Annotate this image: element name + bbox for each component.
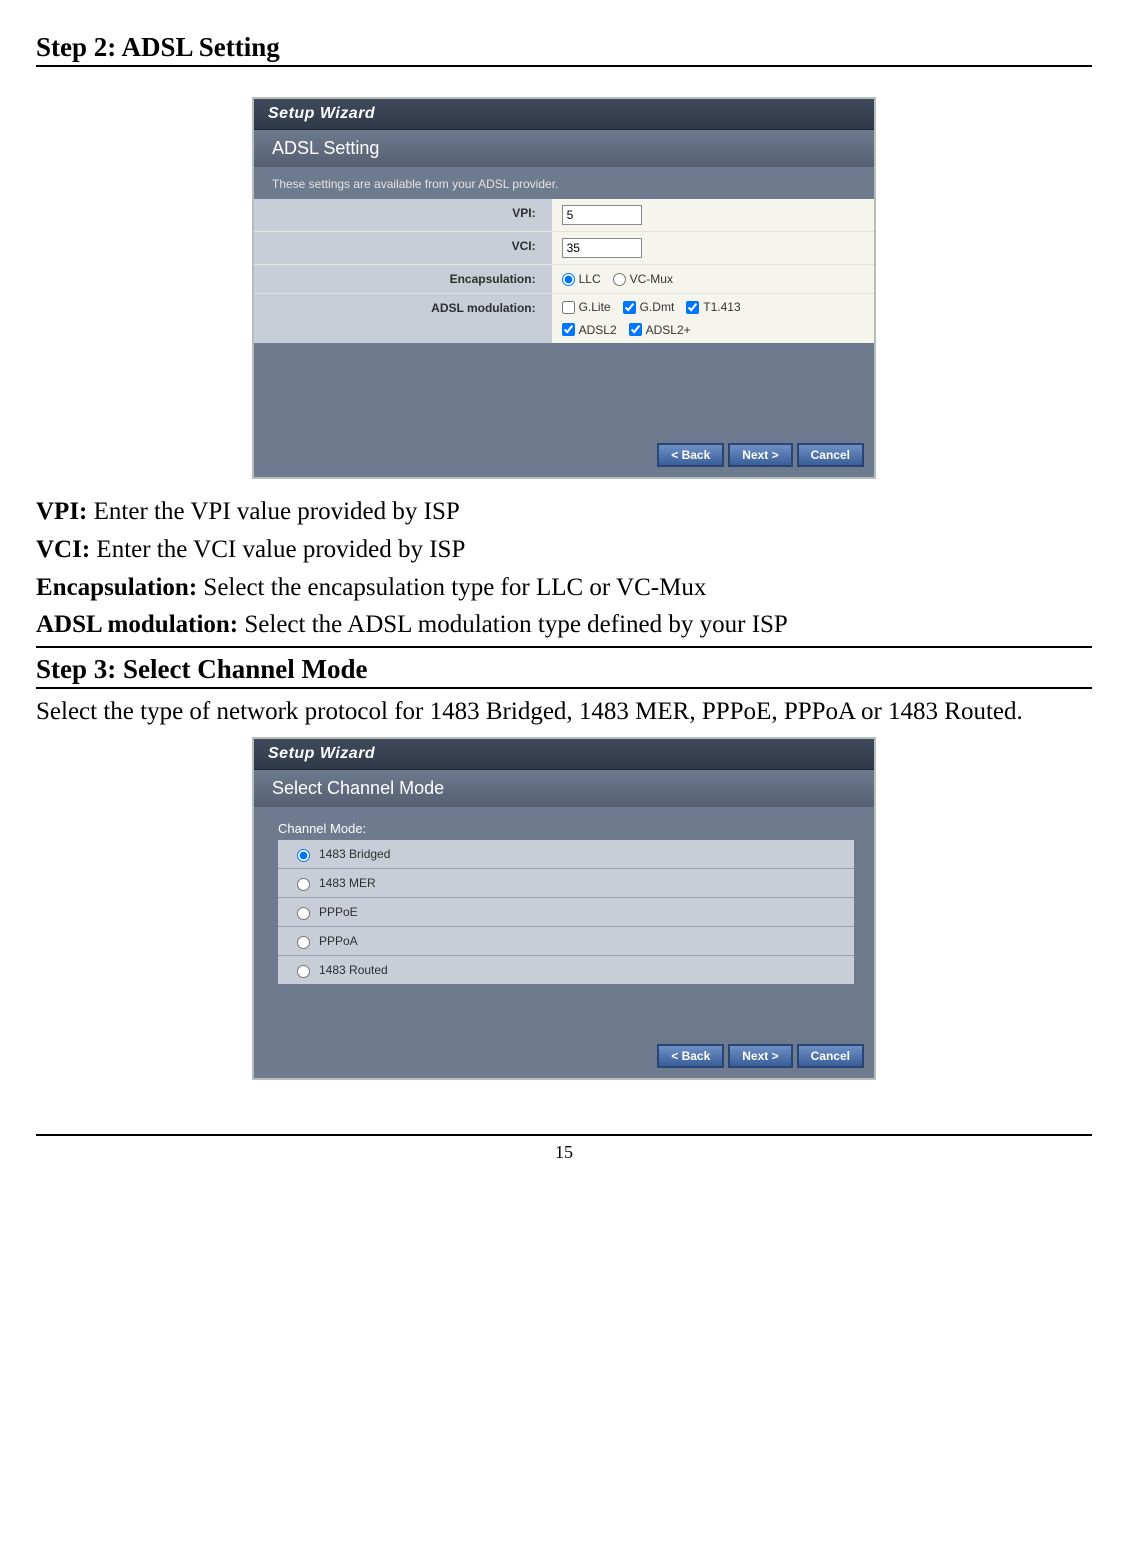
encapsulation-llc-radio[interactable]: [562, 273, 575, 286]
setup-wizard-adsl: Setup Wizard ADSL Setting These settings…: [252, 97, 876, 479]
mod-adsl2p-label: ADSL2+: [646, 323, 691, 337]
mod-adsl2-label: ADSL2: [579, 323, 617, 337]
mod-gdmt-option[interactable]: G.Dmt: [623, 300, 675, 314]
wizard-titlebar: Setup Wizard: [254, 99, 874, 130]
enc-desc-t: Select the encapsulation type for LLC or…: [197, 574, 706, 601]
enc-desc-b: Encapsulation:: [36, 574, 197, 601]
channel-mer-label: 1483 MER: [319, 876, 376, 890]
channel-pppoa-label: PPPoA: [319, 934, 358, 948]
encapsulation-vcmux-label: VC-Mux: [630, 272, 673, 286]
channel-bridged-radio[interactable]: [297, 849, 310, 862]
cancel-button-2[interactable]: Cancel: [797, 1044, 864, 1068]
row-vpi: VPI:: [254, 199, 874, 231]
encapsulation-llc-label: LLC: [579, 272, 601, 286]
modulation-description: ADSL modulation: Select the ADSL modulat…: [36, 608, 1092, 642]
vpi-desc-b: VPI:: [36, 498, 87, 525]
channel-mode-routed[interactable]: 1483 Routed: [278, 956, 854, 984]
vpi-label: VPI:: [254, 199, 552, 231]
back-button[interactable]: < Back: [657, 443, 724, 467]
mod-desc-b: ADSL modulation:: [36, 611, 238, 638]
encapsulation-description: Encapsulation: Select the encapsulation …: [36, 571, 1092, 605]
wizard1-container: Setup Wizard ADSL Setting These settings…: [36, 73, 1092, 491]
mod-gdmt-label: G.Dmt: [640, 300, 675, 314]
page-footer: 15: [36, 1092, 1092, 1163]
mod-gdmt-checkbox[interactable]: [623, 301, 636, 314]
channel-mode-pppoe[interactable]: PPPoE: [278, 898, 854, 927]
wizard-footer-2: < Back Next > Cancel: [254, 984, 874, 1078]
section-rule-3: [36, 687, 1092, 689]
vci-input[interactable]: [562, 238, 642, 258]
mod-desc-t: Select the ADSL modulation type defined …: [238, 611, 788, 638]
row-vci: VCI:: [254, 231, 874, 264]
row-encapsulation: Encapsulation: LLC VC-Mux: [254, 264, 874, 293]
vci-desc-t: Enter the VCI value provided by ISP: [90, 536, 465, 563]
channel-mer-radio[interactable]: [297, 878, 310, 891]
wizard2-container: Setup Wizard Select Channel Mode Channel…: [36, 733, 1092, 1092]
wizard-footer: < Back Next > Cancel: [254, 343, 874, 477]
encapsulation-label: Encapsulation:: [254, 265, 552, 293]
vci-label: VCI:: [254, 232, 552, 264]
next-button-2[interactable]: Next >: [728, 1044, 792, 1068]
step2-heading: Step 2: ADSL Setting: [36, 32, 1092, 63]
vci-description: VCI: Enter the VCI value provided by ISP: [36, 533, 1092, 567]
section-rule: [36, 65, 1092, 67]
panel-title: ADSL Setting: [254, 130, 874, 167]
mod-adsl2-option[interactable]: ADSL2: [562, 323, 617, 337]
channel-pppoe-label: PPPoE: [319, 905, 358, 919]
vpi-description: VPI: Enter the VPI value provided by ISP: [36, 495, 1092, 529]
mod-glite-option[interactable]: G.Lite: [562, 300, 611, 314]
back-button-2[interactable]: < Back: [657, 1044, 724, 1068]
encapsulation-vcmux-option[interactable]: VC-Mux: [613, 272, 673, 286]
row-modulation: ADSL modulation: G.Lite G.Dmt T1.413: [254, 293, 874, 343]
channel-routed-label: 1483 Routed: [319, 963, 388, 977]
mod-adsl2-checkbox[interactable]: [562, 323, 575, 336]
mod-adsl2p-option[interactable]: ADSL2+: [629, 323, 691, 337]
channel-mode-pppoa[interactable]: PPPoA: [278, 927, 854, 956]
mod-glite-label: G.Lite: [579, 300, 611, 314]
encapsulation-vcmux-radio[interactable]: [613, 273, 626, 286]
vpi-desc-t: Enter the VPI value provided by ISP: [87, 498, 459, 525]
vci-desc-b: VCI:: [36, 536, 90, 563]
channel-pppoe-radio[interactable]: [297, 907, 310, 920]
channel-mode-panel: Channel Mode: 1483 Bridged 1483 MER PPPo…: [254, 807, 874, 984]
footer-rule: [36, 1134, 1092, 1136]
wizard-titlebar-2: Setup Wizard: [254, 739, 874, 770]
step3-heading: Step 3: Select Channel Mode: [36, 654, 1092, 685]
panel-title-2: Select Channel Mode: [254, 770, 874, 807]
channel-mode-label: Channel Mode:: [278, 821, 854, 840]
channel-pppoa-radio[interactable]: [297, 936, 310, 949]
channel-bridged-label: 1483 Bridged: [319, 847, 390, 861]
step3-intro: Select the type of network protocol for …: [36, 695, 1092, 729]
mod-adsl2p-checkbox[interactable]: [629, 323, 642, 336]
section-rule-2: [36, 646, 1092, 648]
setup-wizard-channel: Setup Wizard Select Channel Mode Channel…: [252, 737, 876, 1080]
next-button[interactable]: Next >: [728, 443, 792, 467]
mod-glite-checkbox[interactable]: [562, 301, 575, 314]
channel-routed-radio[interactable]: [297, 965, 310, 978]
channel-mode-mer[interactable]: 1483 MER: [278, 869, 854, 898]
modulation-label: ADSL modulation:: [254, 294, 552, 343]
mod-t1413-checkbox[interactable]: [686, 301, 699, 314]
mod-t1413-option[interactable]: T1.413: [686, 300, 740, 314]
panel-note: These settings are available from your A…: [254, 167, 874, 199]
channel-mode-bridged[interactable]: 1483 Bridged: [278, 840, 854, 869]
mod-t1413-label: T1.413: [703, 300, 740, 314]
page-number: 15: [555, 1142, 573, 1162]
cancel-button[interactable]: Cancel: [797, 443, 864, 467]
settings-table: VPI: VCI: Encapsulation: LLC: [254, 199, 874, 343]
encapsulation-llc-option[interactable]: LLC: [562, 272, 601, 286]
vpi-input[interactable]: [562, 205, 642, 225]
